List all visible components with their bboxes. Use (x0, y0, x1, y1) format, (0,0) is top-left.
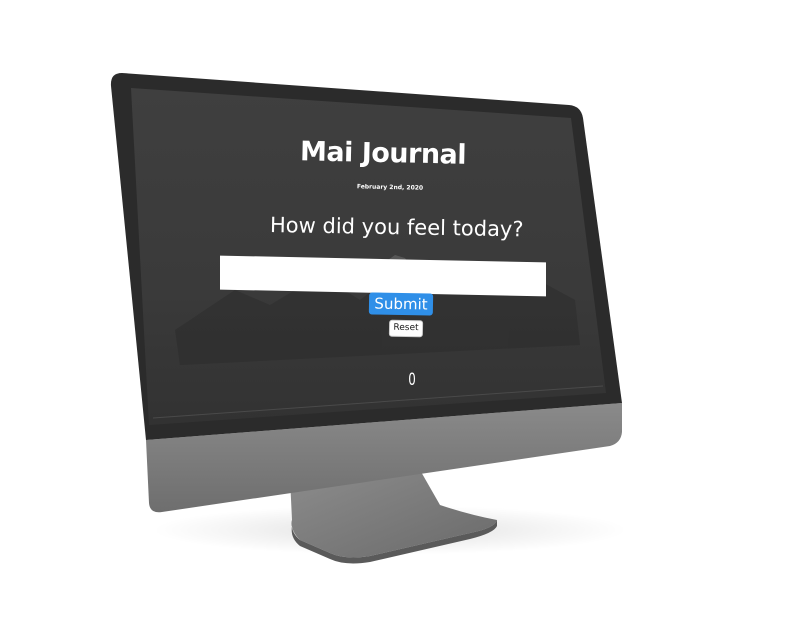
journal-entry-input[interactable] (220, 255, 546, 297)
mood-question: How did you feel today? (269, 212, 524, 242)
screen-content: Mai Journal February 2nd, 2020 How did y… (0, 0, 800, 620)
reset-button[interactable]: Reset (388, 319, 424, 338)
entry-counter: 0 (408, 370, 416, 390)
app-title: Mai Journal (299, 136, 467, 171)
submit-button[interactable]: Submit (368, 292, 434, 316)
entry-date: February 2nd, 2020 (356, 183, 424, 192)
monitor-mockup-scene: Mai Journal February 2nd, 2020 How did y… (0, 0, 800, 620)
